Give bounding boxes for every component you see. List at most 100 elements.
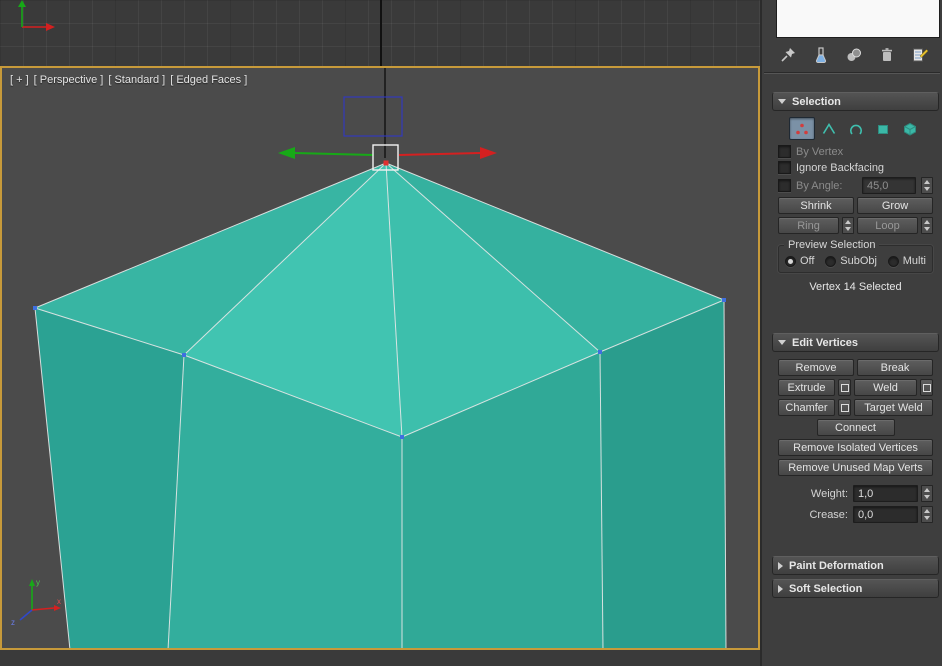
loop-button[interactable]: Loop	[857, 217, 918, 234]
viewport-label: [ + ] [ Perspective ] [ Standard ] [ Edg…	[10, 74, 247, 86]
chevron-right-icon	[778, 585, 783, 593]
crease-input[interactable]	[853, 506, 918, 523]
mesh-vertex[interactable]	[33, 306, 37, 310]
top-viewport[interactable]	[0, 0, 760, 66]
extrude-button[interactable]: Extrude	[778, 379, 835, 396]
viewport-menu-view[interactable]: [ Perspective ]	[34, 74, 104, 86]
remove-isolated-vertices-button[interactable]: Remove Isolated Vertices	[778, 439, 933, 456]
by-angle-spinner[interactable]	[921, 177, 933, 194]
subobject-polygon-button[interactable]	[870, 117, 896, 140]
ignore-backfacing-checkbox[interactable]	[778, 161, 791, 174]
spinner-up-icon[interactable]	[924, 220, 930, 224]
command-panel: Selection	[760, 0, 942, 666]
configure-modifier-sets-icon[interactable]	[910, 45, 930, 65]
preview-subobj-radio[interactable]: SubObj	[825, 255, 877, 267]
spinner-up-icon[interactable]	[924, 180, 930, 184]
rollout-header-paint-deformation[interactable]: Paint Deformation	[772, 556, 939, 575]
rollout-header-edit-vertices[interactable]: Edit Vertices	[772, 333, 939, 352]
extrude-settings-button[interactable]	[838, 379, 851, 396]
remove-button[interactable]: Remove	[778, 359, 854, 376]
rollout-title: Edit Vertices	[792, 337, 858, 349]
ignore-backfacing-label[interactable]: Ignore Backfacing	[796, 162, 884, 174]
shrink-button[interactable]: Shrink	[778, 197, 854, 214]
top-viewport-axis-icon	[6, 0, 76, 50]
mesh-vertex[interactable]	[598, 350, 602, 354]
preview-selection-label: Preview Selection	[784, 239, 879, 251]
perspective-viewport[interactable]: y x z [ + ] [ Perspective ] [ Standard ]…	[0, 66, 760, 650]
weight-label: Weight:	[778, 488, 850, 500]
spinner-down-icon[interactable]	[924, 227, 930, 231]
remove-modifier-icon[interactable]	[877, 45, 897, 65]
rollout-header-selection[interactable]: Selection	[772, 92, 939, 111]
by-angle-checkbox[interactable]	[778, 179, 791, 192]
gizmo-y-axis[interactable]	[278, 147, 373, 159]
preview-multi-label[interactable]: Multi	[903, 255, 926, 267]
viewport-menu-shading[interactable]: [ Edged Faces ]	[170, 74, 247, 86]
by-angle-row: By Angle:	[778, 177, 933, 194]
crease-spinner[interactable]	[921, 506, 933, 523]
gizmo-plane-handle[interactable]	[344, 97, 402, 136]
preview-subobj-label[interactable]: SubObj	[840, 255, 877, 267]
spinner-up-icon[interactable]	[845, 220, 851, 224]
subobject-edge-button[interactable]	[816, 117, 842, 140]
loop-spinner[interactable]	[921, 217, 933, 234]
face-side-right[interactable]	[600, 300, 726, 648]
by-vertex-label[interactable]: By Vertex	[796, 146, 843, 158]
make-unique-icon[interactable]	[844, 45, 864, 65]
weight-input[interactable]	[853, 485, 918, 502]
spinner-up-icon[interactable]	[924, 509, 930, 513]
axis-y-label: y	[36, 578, 40, 587]
modifier-stack-list[interactable]	[776, 0, 940, 38]
spinner-down-icon[interactable]	[924, 495, 930, 499]
subobject-vertex-button[interactable]	[789, 117, 815, 140]
spinner-down-icon[interactable]	[924, 187, 930, 191]
radio-icon[interactable]	[825, 256, 836, 267]
spinner-down-icon[interactable]	[924, 516, 930, 520]
world-axis-tripod-icon: y x z	[11, 578, 61, 627]
weld-button[interactable]: Weld	[854, 379, 917, 396]
subobject-element-button[interactable]	[897, 117, 923, 140]
rollout-edit-vertices: Edit Vertices Remove Break Extrude Weld …	[772, 333, 939, 533]
by-angle-label[interactable]: By Angle:	[796, 180, 842, 192]
pin-stack-icon[interactable]	[778, 45, 798, 65]
spinner-up-icon[interactable]	[924, 488, 930, 492]
preview-off-label[interactable]: Off	[800, 255, 814, 267]
ring-button[interactable]: Ring	[778, 217, 839, 234]
radio-icon[interactable]	[785, 256, 796, 267]
chevron-right-icon	[778, 562, 783, 570]
crease-row: Crease:	[778, 506, 933, 523]
weight-spinner[interactable]	[921, 485, 933, 502]
rollout-soft-selection: Soft Selection	[772, 579, 939, 598]
chamfer-button[interactable]: Chamfer	[778, 399, 835, 416]
remove-unused-map-verts-button[interactable]: Remove Unused Map Verts	[778, 459, 933, 476]
editable-poly-mesh[interactable]	[33, 161, 726, 649]
mesh-vertex[interactable]	[722, 298, 726, 302]
selected-vertex[interactable]	[384, 161, 389, 166]
rollout-title: Selection	[792, 96, 841, 108]
radio-icon[interactable]	[888, 256, 899, 267]
rollout-selection: Selection	[772, 92, 939, 299]
mesh-vertex[interactable]	[182, 353, 186, 357]
target-weld-button[interactable]: Target Weld	[854, 399, 933, 416]
ring-spinner[interactable]	[842, 217, 854, 234]
show-end-result-icon[interactable]	[811, 45, 831, 65]
mesh-vertex[interactable]	[400, 435, 404, 439]
preview-off-radio[interactable]: Off	[785, 255, 814, 267]
preview-multi-radio[interactable]: Multi	[888, 255, 926, 267]
subobject-border-button[interactable]	[843, 117, 869, 140]
gizmo-x-axis[interactable]	[399, 147, 497, 159]
grow-button[interactable]: Grow	[857, 197, 933, 214]
by-angle-input[interactable]	[862, 177, 916, 194]
viewport-menu-plus[interactable]: [ + ]	[10, 74, 29, 86]
weld-settings-button[interactable]	[920, 379, 933, 396]
top-viewport-object-line	[380, 0, 382, 66]
chamfer-settings-button[interactable]	[838, 399, 851, 416]
chevron-down-icon	[778, 340, 786, 345]
connect-button[interactable]: Connect	[817, 419, 895, 436]
break-button[interactable]: Break	[857, 359, 933, 376]
rollout-header-soft-selection[interactable]: Soft Selection	[772, 579, 939, 598]
spinner-down-icon[interactable]	[845, 227, 851, 231]
viewport-menu-renderer[interactable]: [ Standard ]	[108, 74, 165, 86]
by-vertex-checkbox[interactable]	[778, 145, 791, 158]
chevron-down-icon	[778, 99, 786, 104]
